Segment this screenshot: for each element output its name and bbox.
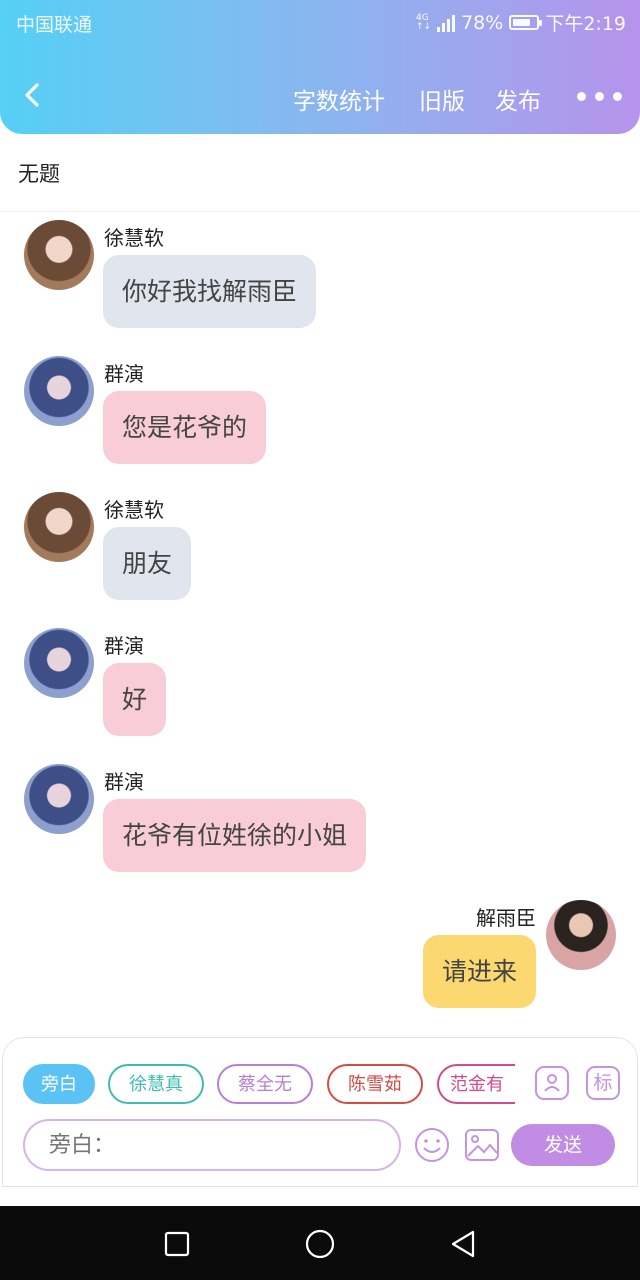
sender-name: 解雨臣 xyxy=(476,906,536,930)
status-indicators: 4G ↑↓ 78% 下午2:19 xyxy=(416,9,626,36)
title-divider xyxy=(0,211,640,212)
clock: 下午2:19 xyxy=(545,13,626,35)
document-title[interactable]: 无题 xyxy=(18,158,60,188)
status-bar: 中国联通 4G ↑↓ 78% 下午2:19 xyxy=(0,0,640,44)
avatar[interactable] xyxy=(24,492,94,562)
narration-input[interactable] xyxy=(23,1119,401,1171)
message-bubble[interactable]: 朋友 xyxy=(103,527,192,600)
composer-panel: 旁白 徐慧真 蔡全无 陈雪茹 范金有 标 发送 xyxy=(2,1037,638,1187)
home-icon[interactable] xyxy=(305,1229,335,1259)
character-chip[interactable]: 蔡全无 xyxy=(217,1064,313,1104)
message-bubble[interactable]: 好 xyxy=(103,663,167,736)
more-icon[interactable] xyxy=(577,92,622,101)
back-icon[interactable] xyxy=(449,1229,477,1259)
character-chip[interactable]: 旁白 xyxy=(23,1064,95,1104)
battery-percent: 78% xyxy=(461,11,504,34)
top-nav: 字数统计 旧版 发布 xyxy=(0,70,640,124)
avatar[interactable] xyxy=(24,628,94,698)
avatar[interactable] xyxy=(24,356,94,426)
message-bubble[interactable]: 请进来 xyxy=(422,935,536,1008)
app-header: 中国联通 4G ↑↓ 78% 下午2:19 字数统计 旧版 发布 xyxy=(0,0,640,134)
network-type: 4G ↑↓ xyxy=(416,12,432,32)
system-nav-bar xyxy=(0,1206,640,1280)
avatar[interactable] xyxy=(546,900,616,970)
battery-icon xyxy=(509,15,543,30)
back-arrow-icon[interactable] xyxy=(18,80,48,110)
send-button[interactable]: 发送 xyxy=(511,1124,615,1166)
sender-name: 群演 xyxy=(104,362,144,386)
sender-name: 群演 xyxy=(104,770,144,794)
tag-button[interactable]: 标 xyxy=(586,1066,620,1100)
person-card-icon[interactable] xyxy=(535,1066,569,1100)
smiley-icon[interactable] xyxy=(414,1127,450,1163)
image-icon[interactable] xyxy=(464,1128,500,1162)
message-bubble[interactable]: 花爷有位姓徐的小姐 xyxy=(103,799,367,872)
avatar[interactable] xyxy=(24,220,94,290)
character-chip[interactable]: 范金有 xyxy=(437,1064,515,1104)
avatar[interactable] xyxy=(24,764,94,834)
carrier-name: 中国联通 xyxy=(16,14,93,36)
message-bubble[interactable]: 您是花爷的 xyxy=(103,391,267,464)
sender-name: 群演 xyxy=(104,634,144,658)
word-count-button[interactable]: 字数统计 xyxy=(293,82,385,116)
sender-name: 徐慧软 xyxy=(104,226,164,250)
publish-button[interactable]: 发布 xyxy=(495,82,541,116)
character-chip[interactable]: 徐慧真 xyxy=(108,1064,204,1104)
character-chip[interactable]: 陈雪茹 xyxy=(327,1064,423,1104)
signal-icon xyxy=(437,14,456,32)
sender-name: 徐慧软 xyxy=(104,498,164,522)
old-version-button[interactable]: 旧版 xyxy=(419,82,465,116)
message-bubble[interactable]: 你好我找解雨臣 xyxy=(103,255,317,328)
recent-apps-icon[interactable] xyxy=(164,1231,190,1257)
